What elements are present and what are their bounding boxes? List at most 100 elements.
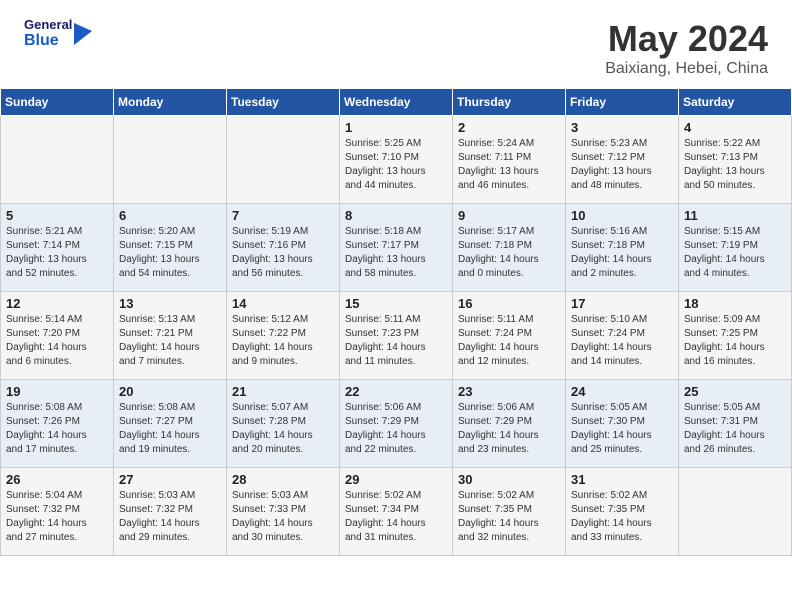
day-number: 16 [458,296,560,311]
day-info: Sunrise: 5:08 AM Sunset: 7:26 PM Dayligh… [6,401,108,457]
calendar-cell: 23Sunrise: 5:06 AM Sunset: 7:29 PM Dayli… [453,380,566,468]
day-info: Sunrise: 5:10 AM Sunset: 7:24 PM Dayligh… [571,313,673,369]
calendar-cell: 2 Sunrise: 5:24 AM Sunset: 7:11 PM Daylig… [453,116,566,204]
location: Baixiang, Hebei, China [605,60,768,78]
calendar-week-1: 1 Sunrise: 5:25 AM Sunset: 7:10 PM Daylig… [1,116,792,204]
calendar-week-3: 12 Sunrise: 5:14 AM Sunset: 7:20 PM Dayli… [1,292,792,380]
day-info: Sunrise: 5:02 AM Sunset: 7:35 PM Dayligh… [458,489,560,545]
calendar-cell: 15Sunrise: 5:11 AM Sunset: 7:23 PM Dayli… [340,292,453,380]
header-sunday: Sunday [1,89,114,116]
calendar-table: Sunday Monday Tuesday Wednesday Thursday… [0,88,792,556]
calendar-cell: 14Sunrise: 5:12 AM Sunset: 7:22 PM Dayli… [227,292,340,380]
day-number: 11 [684,208,786,223]
day-info: Sunrise: 5:06 AM Sunset: 7:29 PM Dayligh… [345,401,447,457]
calendar-week-5: 26 Sunrise: 5:04 AM Sunset: 7:32 PM Dayli… [1,468,792,556]
day-info: Sunrise: 5:13 AM Sunset: 7:21 PM Dayligh… [119,313,221,369]
calendar-cell: 7Sunrise: 5:19 AM Sunset: 7:16 PM Daylig… [227,204,340,292]
calendar-cell: 13Sunrise: 5:13 AM Sunset: 7:21 PM Dayli… [114,292,227,380]
calendar-cell: 31 Sunrise: 5:02 AM Sunset: 7:35 PM Dayli… [566,468,679,556]
day-number: 8 [345,208,447,223]
logo-general: General [24,18,72,32]
calendar-cell: 17 Sunrise: 5:10 AM Sunset: 7:24 PM Dayli… [566,292,679,380]
calendar-cell: 5 Sunrise: 5:21 AM Sunset: 7:14 PM Daylig… [1,204,114,292]
calendar-cell: 4 Sunrise: 5:22 AM Sunset: 7:13 PM Daylig… [679,116,792,204]
title-block: May 2024 Baixiang, Hebei, China [605,18,768,78]
day-info: Sunrise: 5:03 AM Sunset: 7:33 PM Dayligh… [232,489,334,545]
day-info: Sunrise: 5:18 AM Sunset: 7:17 PM Dayligh… [345,225,447,281]
day-info: Sunrise: 5:09 AM Sunset: 7:25 PM Dayligh… [684,313,786,369]
day-number: 26 [6,472,108,487]
calendar-cell: 11 Sunrise: 5:15 AM Sunset: 7:19 PM Dayli… [679,204,792,292]
day-info: Sunrise: 5:22 AM Sunset: 7:13 PM Dayligh… [684,137,786,193]
day-number: 28 [232,472,334,487]
day-info: Sunrise: 5:16 AM Sunset: 7:18 PM Dayligh… [571,225,673,281]
day-info: Sunrise: 5:07 AM Sunset: 7:28 PM Dayligh… [232,401,334,457]
calendar-cell: 21 Sunrise: 5:07 AM Sunset: 7:28 PM Dayli… [227,380,340,468]
day-info: Sunrise: 5:11 AM Sunset: 7:24 PM Dayligh… [458,313,560,369]
calendar-cell: 22 Sunrise: 5:06 AM Sunset: 7:29 PM Dayli… [340,380,453,468]
calendar-cell: 28 Sunrise: 5:03 AM Sunset: 7:33 PM Dayli… [227,468,340,556]
logo-icon [74,23,92,45]
header-saturday: Saturday [679,89,792,116]
calendar-cell: 19 Sunrise: 5:08 AM Sunset: 7:26 PM Dayli… [1,380,114,468]
day-number: 10 [571,208,673,223]
day-info: Sunrise: 5:08 AM Sunset: 7:27 PM Dayligh… [119,401,221,457]
day-number: 3 [571,120,673,135]
day-info: Sunrise: 5:15 AM Sunset: 7:19 PM Dayligh… [684,225,786,281]
month-title: May 2024 [605,18,768,60]
calendar-cell [679,468,792,556]
day-info: Sunrise: 5:02 AM Sunset: 7:35 PM Dayligh… [571,489,673,545]
day-info: Sunrise: 5:14 AM Sunset: 7:20 PM Dayligh… [6,313,108,369]
day-number: 27 [119,472,221,487]
header-tuesday: Tuesday [227,89,340,116]
logo-blue: Blue [24,32,72,50]
page-header: General Blue May 2024 Baixiang, Hebei, C… [0,0,792,88]
day-number: 20 [119,384,221,399]
calendar-cell: 16 Sunrise: 5:11 AM Sunset: 7:24 PM Dayli… [453,292,566,380]
day-number: 29 [345,472,447,487]
day-info: Sunrise: 5:19 AM Sunset: 7:16 PM Dayligh… [232,225,334,281]
header-monday: Monday [114,89,227,116]
weekday-header-row: Sunday Monday Tuesday Wednesday Thursday… [1,89,792,116]
calendar-cell: 10 Sunrise: 5:16 AM Sunset: 7:18 PM Dayli… [566,204,679,292]
calendar-week-4: 19 Sunrise: 5:08 AM Sunset: 7:26 PM Dayli… [1,380,792,468]
calendar-cell [227,116,340,204]
calendar-cell: 30Sunrise: 5:02 AM Sunset: 7:35 PM Dayli… [453,468,566,556]
calendar-cell: 24 Sunrise: 5:05 AM Sunset: 7:30 PM Dayli… [566,380,679,468]
calendar-header: Sunday Monday Tuesday Wednesday Thursday… [1,89,792,116]
day-number: 5 [6,208,108,223]
day-number: 21 [232,384,334,399]
calendar-cell [114,116,227,204]
calendar-cell: 25 Sunrise: 5:05 AM Sunset: 7:31 PM Dayli… [679,380,792,468]
day-number: 25 [684,384,786,399]
day-number: 24 [571,384,673,399]
day-info: Sunrise: 5:20 AM Sunset: 7:15 PM Dayligh… [119,225,221,281]
calendar-cell: 3Sunrise: 5:23 AM Sunset: 7:12 PM Daylig… [566,116,679,204]
day-info: Sunrise: 5:05 AM Sunset: 7:31 PM Dayligh… [684,401,786,457]
calendar-cell: 18Sunrise: 5:09 AM Sunset: 7:25 PM Dayli… [679,292,792,380]
day-number: 19 [6,384,108,399]
calendar-cell: 27Sunrise: 5:03 AM Sunset: 7:32 PM Dayli… [114,468,227,556]
day-info: Sunrise: 5:04 AM Sunset: 7:32 PM Dayligh… [6,489,108,545]
day-number: 17 [571,296,673,311]
day-number: 22 [345,384,447,399]
calendar-cell: 20 Sunrise: 5:08 AM Sunset: 7:27 PM Dayli… [114,380,227,468]
calendar-cell: 8 Sunrise: 5:18 AM Sunset: 7:17 PM Daylig… [340,204,453,292]
day-number: 1 [345,120,447,135]
day-number: 9 [458,208,560,223]
day-info: Sunrise: 5:21 AM Sunset: 7:14 PM Dayligh… [6,225,108,281]
day-number: 12 [6,296,108,311]
header-thursday: Thursday [453,89,566,116]
day-info: Sunrise: 5:06 AM Sunset: 7:29 PM Dayligh… [458,401,560,457]
day-info: Sunrise: 5:17 AM Sunset: 7:18 PM Dayligh… [458,225,560,281]
calendar-week-2: 5 Sunrise: 5:21 AM Sunset: 7:14 PM Daylig… [1,204,792,292]
day-number: 4 [684,120,786,135]
day-info: Sunrise: 5:24 AM Sunset: 7:11 PM Dayligh… [458,137,560,193]
day-number: 2 [458,120,560,135]
day-info: Sunrise: 5:25 AM Sunset: 7:10 PM Dayligh… [345,137,447,193]
header-wednesday: Wednesday [340,89,453,116]
day-info: Sunrise: 5:05 AM Sunset: 7:30 PM Dayligh… [571,401,673,457]
day-number: 15 [345,296,447,311]
day-number: 31 [571,472,673,487]
day-info: Sunrise: 5:02 AM Sunset: 7:34 PM Dayligh… [345,489,447,545]
